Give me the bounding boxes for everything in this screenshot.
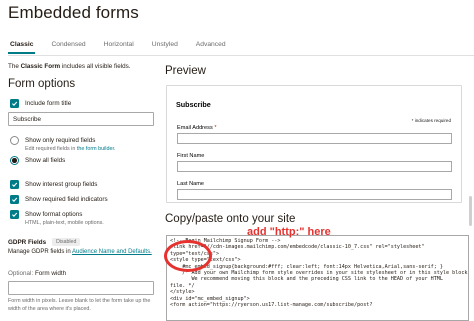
code-line: We recommend moving this block and the p…	[170, 276, 443, 283]
tab-advanced[interactable]: Advanced	[194, 36, 228, 54]
required-indicators-option[interactable]: Show required field indicators	[10, 195, 108, 204]
preview-heading: Preview	[165, 65, 206, 77]
show-all-label: Show all fields	[25, 157, 66, 164]
intro-prefix: The	[8, 63, 19, 70]
preview-first-name-label: First Name	[177, 153, 205, 159]
gdpr-status-badge: Disabled	[52, 238, 81, 246]
format-options-help: HTML, plain-text, mobile options.	[25, 220, 104, 226]
page-title: Embedded forms	[8, 3, 139, 22]
radio-selected-dot	[12, 158, 17, 163]
preview-last-name-input[interactable]	[177, 189, 452, 200]
form-type-tabs: Classic Condensed Horizontal Unstyled Ad…	[8, 36, 242, 54]
annotation-circle	[164, 240, 212, 272]
show-required-help-text: Edit required fields in	[25, 146, 76, 152]
show-required-label: Show only required fields	[25, 137, 96, 144]
show-required-help: Edit required fields in the form builder…	[25, 146, 116, 152]
include-title-option[interactable]: Include form title	[10, 99, 71, 108]
required-asterisk: *	[214, 125, 217, 131]
gdpr-title: GDPR Fields	[8, 238, 47, 246]
audience-defaults-link[interactable]: Audience Name and Defaults.	[72, 249, 152, 255]
show-required-radio[interactable]	[10, 136, 19, 145]
intro-form-name: Classic Form	[20, 63, 61, 70]
format-options-option[interactable]: Show format options	[10, 210, 82, 219]
form-title-input[interactable]	[8, 112, 154, 126]
preview-form-title: Subscribe	[176, 100, 211, 109]
tab-unstyled[interactable]: Unstyled	[150, 36, 180, 54]
interest-groups-checkbox[interactable]	[10, 180, 19, 189]
preview-first-name-input[interactable]	[177, 161, 452, 172]
preview-email-label: Email Address *	[177, 125, 217, 131]
include-title-label: Include form title	[25, 100, 72, 107]
checkmark-icon	[12, 212, 18, 218]
gdpr-description: Manage GDPR fields in Audience Name and …	[8, 248, 158, 256]
form-options-heading: Form options	[8, 78, 76, 90]
form-width-help: Form width in pixels. Leave blank to let…	[8, 298, 151, 312]
required-note: * indicates required	[411, 118, 451, 123]
code-line: <link href="//cdn-images.mailchimp.com/e…	[170, 244, 425, 251]
required-indicators-checkbox[interactable]	[10, 195, 19, 204]
checkmark-icon	[12, 197, 18, 203]
preview-frame: Subscribe * indicates required Email Add…	[166, 85, 462, 203]
include-title-checkbox[interactable]	[10, 99, 19, 108]
code-line: <form action="https://ryerson.us17.list-…	[170, 302, 373, 309]
intro-suffix: includes all visible fields.	[61, 63, 131, 70]
show-required-option[interactable]: Show only required fields	[10, 136, 95, 145]
tab-classic[interactable]: Classic	[8, 36, 36, 54]
preview-email-input[interactable]	[177, 133, 452, 144]
format-options-checkbox[interactable]	[10, 210, 19, 219]
preview-last-name-label: Last Name	[177, 181, 205, 187]
interest-groups-label: Show interest group fields	[25, 181, 98, 188]
page-scrollbar[interactable]	[469, 196, 472, 226]
tab-condensed[interactable]: Condensed	[49, 36, 87, 54]
annotation-note: add "http:" here	[247, 226, 331, 238]
tab-horizontal[interactable]: Horizontal	[102, 36, 136, 54]
show-all-radio[interactable]	[10, 156, 19, 165]
email-label-text: Email Address	[177, 125, 213, 131]
preview-form: Subscribe * indicates required Email Add…	[172, 91, 457, 202]
form-width-input[interactable]	[8, 281, 154, 295]
gdpr-header: GDPR Fields Disabled	[8, 238, 81, 246]
embed-code-textarea[interactable]: <!-- Begin Mailchimp Signup Form --> <li…	[166, 235, 469, 321]
required-indicators-label: Show required field indicators	[25, 196, 108, 203]
form-width-title: Form width	[34, 270, 67, 277]
interest-groups-option[interactable]: Show interest group fields	[10, 180, 97, 189]
form-intro-text: The Classic Form includes all visible fi…	[8, 63, 131, 70]
form-width-label: Optional: Form width	[8, 270, 66, 277]
show-all-option[interactable]: Show all fields	[10, 156, 65, 165]
form-builder-link[interactable]: the form builder.	[77, 146, 116, 152]
checkmark-icon	[12, 101, 18, 107]
format-options-label: Show format options	[25, 211, 83, 218]
optional-text: Optional:	[8, 270, 34, 277]
tabs-divider	[8, 55, 474, 56]
checkmark-icon	[12, 182, 18, 188]
copy-paste-heading: Copy/paste onto your site	[165, 213, 296, 225]
gdpr-desc-text: Manage GDPR fields in	[8, 249, 71, 255]
